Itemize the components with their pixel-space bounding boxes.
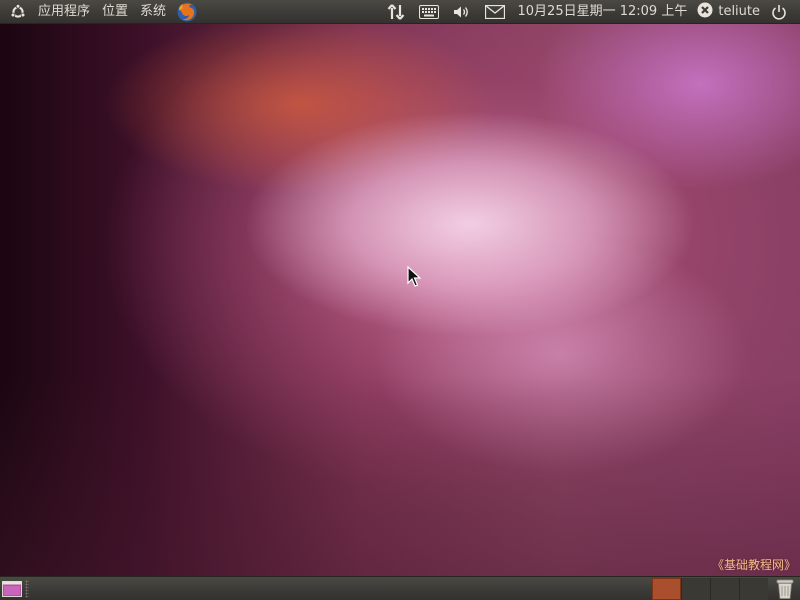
mouse-cursor-icon [407, 266, 421, 287]
power-icon[interactable] [764, 0, 794, 24]
top-panel-right: 10月25日星期一 12:09 上午 teliute [380, 0, 800, 24]
bottom-panel [0, 576, 800, 600]
workspace-4[interactable] [739, 577, 768, 600]
desktop-wallpaper[interactable] [0, 24, 800, 576]
user-menu[interactable]: teliute [693, 0, 764, 24]
clock[interactable]: 10月25日星期一 12:09 上午 [512, 0, 694, 24]
mail-icon[interactable] [478, 0, 512, 24]
user-status-icon [697, 2, 713, 22]
top-panel-left: 应用程序 位置 系统 [0, 0, 198, 24]
watermark: 《基础教程网》 [711, 558, 796, 572]
show-desktop-icon[interactable] [1, 579, 23, 599]
system-menu[interactable]: 系统 [134, 0, 172, 24]
workspace-3[interactable] [710, 577, 739, 600]
places-menu[interactable]: 位置 [96, 0, 134, 24]
trash-icon[interactable] [773, 578, 797, 600]
firefox-icon[interactable] [176, 1, 198, 23]
ubuntu-logo-icon[interactable] [10, 3, 26, 20]
keyboard-icon[interactable] [412, 0, 446, 24]
panel-drag-handle[interactable] [25, 579, 29, 598]
user-name: teliute [718, 3, 760, 19]
network-icon[interactable] [380, 0, 412, 24]
wallpaper-shade [0, 376, 800, 576]
workspace-switcher [652, 577, 768, 600]
workspace-2[interactable] [681, 577, 710, 600]
applications-menu[interactable]: 应用程序 [32, 0, 96, 24]
top-panel: 应用程序 位置 系统 10月25日星期一 12:09 上午 teliute [0, 0, 800, 24]
volume-icon[interactable] [446, 0, 478, 24]
workspace-1[interactable] [652, 577, 681, 600]
